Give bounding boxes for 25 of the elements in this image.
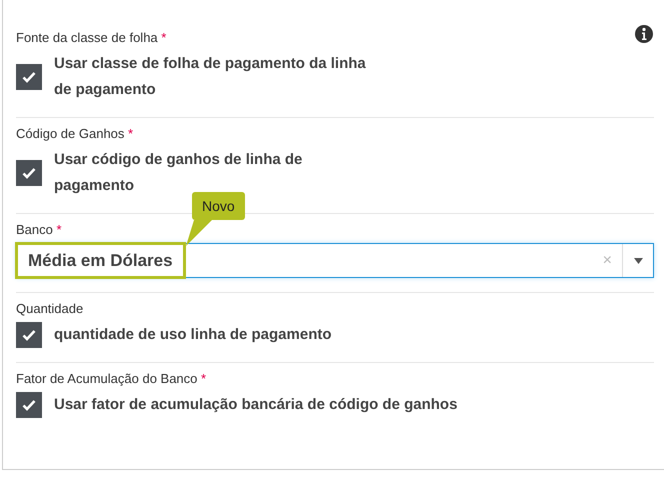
checkmark-icon (22, 329, 36, 341)
info-icon[interactable] (634, 24, 654, 44)
required-marker: * (161, 30, 166, 45)
checkbox-label: Usar fator de acumulação bancária de código de ganhos (54, 395, 458, 415)
select-field[interactable]: Média em Dólares × (16, 243, 654, 278)
callout-pointer (184, 220, 214, 246)
checkbox[interactable] (16, 322, 42, 348)
required-marker: * (128, 126, 134, 141)
required-marker: * (201, 371, 206, 386)
required-marker: * (56, 222, 62, 237)
checkbox-label: Usar classe de folha de pagamento da linha de pagamento (54, 54, 367, 100)
checkbox[interactable] (16, 160, 42, 186)
highlighted-value: Média em Dólares (15, 242, 186, 279)
checkbox-label: quantidade de uso linha de pagamento (54, 325, 332, 345)
field-label: Fonte da classe de folha * (16, 30, 166, 45)
checkmark-icon (22, 167, 36, 179)
field-label: Quantidade (16, 301, 84, 316)
checkmark-icon (22, 399, 36, 411)
field-label: Banco * (16, 222, 62, 237)
field-label: Código de Ganhos * (16, 126, 134, 141)
dropdown-arrow-icon[interactable] (634, 258, 642, 264)
checkmark-icon (22, 71, 36, 83)
field-label: Fator de Acumulação do Banco * (16, 371, 206, 386)
checkbox[interactable] (16, 64, 42, 90)
checkbox[interactable] (16, 392, 42, 418)
